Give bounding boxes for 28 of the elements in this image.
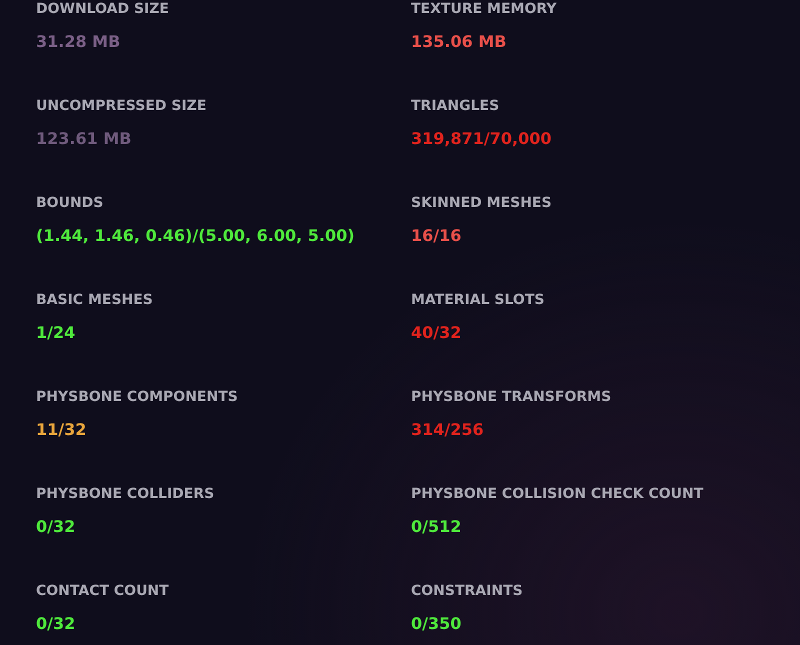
stat-label: SKINNED MESHES: [411, 195, 553, 212]
stat-value: 11/32: [36, 420, 88, 440]
stat-label: PHYSBONE COLLIDERS: [36, 486, 216, 503]
stat-value: 314/256: [411, 420, 485, 440]
stat-label: TRIANGLES: [411, 98, 500, 115]
stat-value: 135.06 MB: [411, 32, 508, 52]
stat-value: 319,871/70,000: [411, 129, 552, 149]
stat-value: 31.28 MB: [36, 32, 122, 52]
stat-value: 0/350: [411, 614, 462, 634]
stat-value: 0/32: [36, 614, 76, 634]
stat-value: (1.44, 1.46, 0.46)/(5.00, 6.00, 5.00): [36, 226, 356, 246]
stat-label: CONTACT COUNT: [36, 583, 170, 600]
stat-label: PHYSBONE COLLISION CHECK COUNT: [411, 486, 704, 503]
stat-value: 1/24: [36, 323, 76, 343]
stat-label: PHYSBONE TRANSFORMS: [411, 389, 612, 406]
stat-value: 123.61 MB: [36, 129, 132, 149]
stat-value: 0/32: [36, 517, 76, 537]
stat-label: CONSTRAINTS: [411, 583, 524, 600]
stat-label: PHYSBONE COMPONENTS: [36, 389, 239, 406]
stat-label: UNCOMPRESSED SIZE: [36, 98, 208, 115]
stat-label: TEXTURE MEMORY: [411, 1, 558, 18]
stat-value: 40/32: [411, 323, 462, 343]
stat-label: MATERIAL SLOTS: [411, 292, 546, 309]
stat-label: BASIC MESHES: [36, 292, 154, 309]
stat-value: 0/512: [411, 517, 462, 537]
stat-label: BOUNDS: [36, 195, 104, 212]
stat-label: DOWNLOAD SIZE: [36, 1, 170, 18]
stat-value: 16/16: [411, 226, 462, 246]
